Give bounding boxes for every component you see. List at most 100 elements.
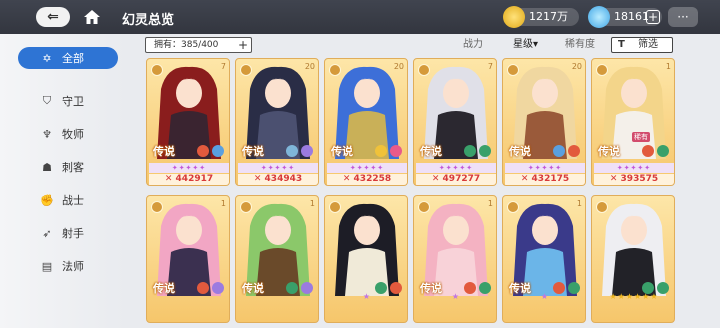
sidebar-item-label: 全部 <box>62 52 84 65</box>
chat-button[interactable]: ··· <box>668 7 698 27</box>
legend-label: 传说 <box>242 282 264 295</box>
shard-count: 1 <box>309 199 315 208</box>
power-value: ✕ 432258 <box>327 174 407 185</box>
sidebar-item-1[interactable]: ⛉ 守卫 <box>18 90 118 112</box>
class-badge-icon <box>240 201 252 213</box>
star-rank-bar: ✦✦✦✦✦ <box>327 163 407 173</box>
star-rank-bar: ✦✦✦✦✦ <box>416 163 496 173</box>
gold-coin-icon <box>503 6 525 28</box>
hero-card[interactable]: 7 传说 ✦✦✦✦✦ ✕ 442917 <box>146 58 230 186</box>
gold-counter: 1217万 <box>503 6 579 28</box>
hero-portrait <box>424 203 488 296</box>
star-rating: ★ <box>540 292 550 301</box>
sidebar-item-label: 牧师 <box>62 128 84 141</box>
element-icon <box>390 145 402 157</box>
element-icon <box>375 145 387 157</box>
sidebar-item-6[interactable]: ▤ 法师 <box>18 255 118 277</box>
element-icon <box>197 282 209 294</box>
hero-card[interactable]: 20 传说 ✦✦✦✦✦ ✕ 432175 <box>502 58 586 186</box>
star-outline-icon: ✡ <box>42 51 52 65</box>
shard-count: 7 <box>487 62 493 71</box>
back-arrow-icon: ⇐ <box>47 9 59 25</box>
element-icon <box>286 282 298 294</box>
sidebar-item-2[interactable]: ♆ 牧师 <box>18 123 118 145</box>
class-badge-icon <box>418 64 430 76</box>
star-rank-bar: ✦✦✦✦✦ <box>594 163 674 173</box>
owned-label: 拥有：385/400 <box>154 40 219 50</box>
sidebar-item-4[interactable]: ✊ 战士 <box>18 189 118 211</box>
sidebar-item-5[interactable]: ➶ 射手 <box>18 222 118 244</box>
shard-count: 7 <box>220 62 226 71</box>
element-icon <box>568 145 580 157</box>
filter-button[interactable]: T 筛选 <box>611 37 673 53</box>
sidebar-item-3[interactable]: ☗ 刺客 <box>18 156 118 178</box>
hero-card[interactable]: 1 稀有 传说 ✦✦✦✦✦ ✕ 393575 <box>591 58 675 186</box>
star-rank-bar: ✦✦✦✦✦ <box>238 163 318 173</box>
shard-count: 1 <box>576 199 582 208</box>
legend-label: 传说 <box>331 145 353 158</box>
filter-label: 筛选 <box>638 39 658 50</box>
hero-grid: 7 传说 ✦✦✦✦✦ ✕ 442917 20 传说 ✦✦✦✦✦ ✕ 434943 20 传说 ✦✦✦… <box>146 58 706 328</box>
hero-card[interactable]: 1 传说 ★ <box>502 195 586 323</box>
shard-count: 1 <box>487 199 493 208</box>
filter-icon: T <box>618 39 625 50</box>
top-bar: ⇐ 幻灵总览 1217万 18161 + ··· <box>0 0 720 34</box>
star-rating: ★ <box>362 292 372 301</box>
hero-card[interactable]: 20 传说 ✦✦✦✦✦ ✕ 432258 <box>324 58 408 186</box>
element-icon <box>642 145 654 157</box>
bow-icon: ➶ <box>42 226 52 240</box>
sidebar-item-label: 法师 <box>62 260 84 273</box>
shard-count: 20 <box>571 62 582 71</box>
element-icon <box>479 145 491 157</box>
wings-icon: ♆ <box>42 127 52 141</box>
skull-icon: ☗ <box>42 160 52 174</box>
home-icon <box>84 10 100 24</box>
hero-portrait <box>602 203 666 296</box>
expand-slots-button[interactable]: + <box>238 39 248 51</box>
sidebar-item-label: 刺客 <box>62 161 84 174</box>
hero-card[interactable]: 1 传说 ★ <box>413 195 497 323</box>
class-badge-icon <box>151 201 163 213</box>
sort-by-star[interactable]: 星级▾ <box>513 37 538 53</box>
element-icon <box>657 145 669 157</box>
shard-count: 1 <box>665 62 671 71</box>
sidebar-item-0[interactable]: ✡ 全部 <box>18 47 118 69</box>
class-badge-icon <box>596 64 608 76</box>
hero-card[interactable]: ★★★★★★ <box>591 195 675 323</box>
home-button[interactable] <box>80 6 104 28</box>
hero-card[interactable]: 7 传说 ✦✦✦✦✦ ✕ 497277 <box>413 58 497 186</box>
hero-card[interactable]: 1 传说 <box>235 195 319 323</box>
legend-label: 传说 <box>153 282 175 295</box>
hero-card[interactable]: ★ <box>324 195 408 323</box>
element-icon <box>212 282 224 294</box>
class-badge-icon <box>507 201 519 213</box>
star-rating: ★★★★★★ <box>609 292 659 301</box>
class-badge-icon <box>329 64 341 76</box>
legend-label: 传说 <box>420 145 442 158</box>
legend-label: 传说 <box>509 145 531 158</box>
rarity-tag: 稀有 <box>632 132 650 142</box>
power-value: ✕ 497277 <box>416 174 496 185</box>
gold-amount: 1217万 <box>529 10 568 23</box>
add-gems-button[interactable]: + <box>646 10 660 24</box>
class-badge-icon <box>507 64 519 76</box>
element-icon <box>553 145 565 157</box>
hero-portrait <box>157 203 221 296</box>
back-button[interactable]: ⇐ <box>36 7 70 27</box>
star-rank-bar: ✦✦✦✦✦ <box>149 163 229 173</box>
sort-by-rarity[interactable]: 稀有度 <box>565 37 595 53</box>
legend-label: 传说 <box>242 145 264 158</box>
class-sidebar: ✡ 全部 ⛉ 守卫 ♆ 牧师 ☗ 刺客 ✊ 战士 ➶ 射手 ▤ 法师 <box>0 34 125 328</box>
shard-count: 20 <box>304 62 315 71</box>
shield-icon: ⛉ <box>42 94 52 107</box>
filter-bar: 拥有：385/400 + 战力 星级▾ 稀有度 T 筛选 <box>145 37 700 53</box>
hero-card[interactable]: 1 传说 <box>146 195 230 323</box>
fist-icon: ✊ <box>40 193 54 207</box>
shard-count: 20 <box>393 62 404 71</box>
hero-portrait <box>246 203 310 296</box>
element-icon <box>197 145 209 157</box>
hero-portrait <box>513 203 577 296</box>
sort-by-power[interactable]: 战力 <box>463 37 483 53</box>
hero-card[interactable]: 20 传说 ✦✦✦✦✦ ✕ 434943 <box>235 58 319 186</box>
gem-amount: 18161 <box>614 10 649 23</box>
